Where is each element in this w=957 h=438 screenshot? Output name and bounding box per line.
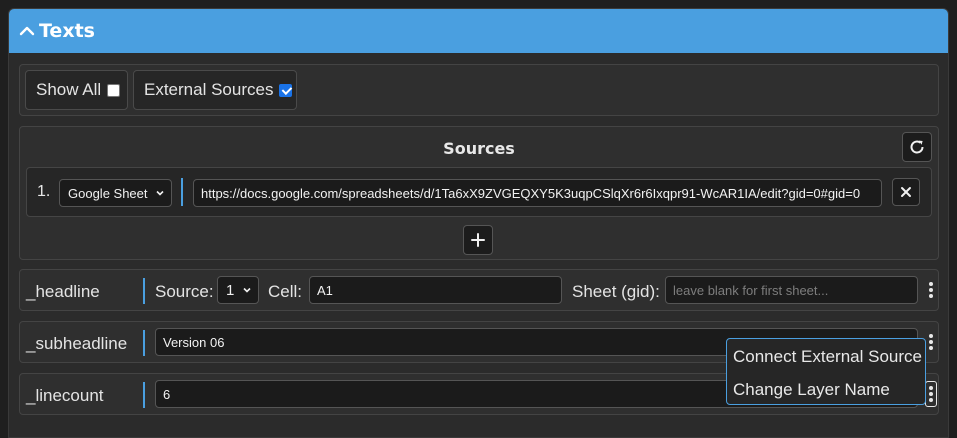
kebab-menu-icon[interactable] bbox=[926, 278, 936, 302]
cell-input[interactable]: A1 bbox=[309, 276, 562, 304]
sheet-gid-placeholder: leave blank for first sheet... bbox=[673, 282, 829, 298]
external-sources-toggle[interactable]: External Sources bbox=[133, 70, 297, 110]
sources-section: Sources 1. Google Sheet https://docs.goo… bbox=[19, 126, 939, 260]
source-index-value: 1 bbox=[226, 281, 235, 299]
sources-title: Sources bbox=[443, 139, 515, 158]
show-all-checkbox[interactable] bbox=[107, 83, 121, 97]
show-all-label: Show All bbox=[36, 80, 102, 99]
source-url-value: https://docs.google.com/spreadsheets/d/1… bbox=[201, 185, 861, 201]
source-type-select[interactable]: Google Sheet bbox=[59, 179, 172, 207]
remove-source-button[interactable] bbox=[892, 178, 920, 206]
kebab-menu-icon[interactable] bbox=[926, 330, 936, 354]
source-index-select[interactable]: 1 bbox=[217, 276, 259, 304]
cell-value: A1 bbox=[317, 282, 333, 298]
refresh-sources-button[interactable] bbox=[902, 132, 932, 162]
layer-name: _subheadline bbox=[26, 334, 128, 353]
context-menu: Connect External Source Change Layer Nam… bbox=[726, 338, 926, 405]
source-item: 1. Google Sheet https://docs.google.com/… bbox=[26, 167, 932, 217]
dropdown-arrow-icon bbox=[156, 190, 164, 196]
sheet-gid-input[interactable]: leave blank for first sheet... bbox=[665, 276, 918, 304]
close-icon bbox=[901, 187, 911, 197]
layer-name: _linecount bbox=[26, 386, 104, 405]
divider bbox=[143, 382, 145, 408]
menu-item-connect-external-source[interactable]: Connect External Source bbox=[733, 347, 922, 367]
menu-item-change-layer-name[interactable]: Change Layer Name bbox=[733, 380, 890, 400]
source-number: 1. bbox=[37, 183, 51, 200]
kebab-menu-icon[interactable] bbox=[925, 381, 937, 407]
external-sources-checkbox[interactable] bbox=[279, 83, 293, 97]
layer-name: _headline bbox=[26, 282, 100, 301]
dropdown-arrow-icon bbox=[243, 287, 251, 293]
chevron-up-icon[interactable] bbox=[19, 23, 35, 39]
divider bbox=[181, 178, 183, 206]
refresh-icon bbox=[910, 140, 924, 154]
cell-label: Cell: bbox=[268, 282, 303, 301]
subheadline-value: Version 06 bbox=[163, 334, 225, 350]
source-label: Source: bbox=[155, 282, 214, 301]
panel-title: Texts bbox=[39, 20, 95, 42]
divider bbox=[143, 278, 145, 304]
source-url-input[interactable]: https://docs.google.com/spreadsheets/d/1… bbox=[193, 179, 882, 207]
texts-panel-header[interactable]: Texts bbox=[9, 9, 948, 53]
divider bbox=[143, 330, 145, 356]
toggle-row: Show All External Sources bbox=[19, 64, 939, 116]
sheet-gid-label: Sheet (gid): bbox=[572, 282, 660, 301]
source-type-value: Google Sheet bbox=[68, 185, 148, 201]
external-sources-label: External Sources bbox=[144, 80, 274, 99]
show-all-toggle[interactable]: Show All bbox=[25, 70, 128, 110]
add-source-button[interactable] bbox=[463, 225, 493, 255]
linecount-value: 6 bbox=[163, 386, 171, 402]
plus-icon bbox=[471, 233, 485, 247]
layer-row-headline: _headline Source: 1 Cell: A1 Sheet (gid)… bbox=[19, 269, 939, 311]
